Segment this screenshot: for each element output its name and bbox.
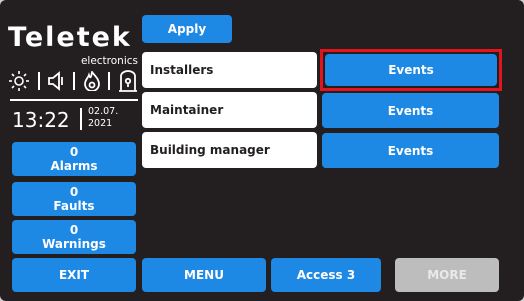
alarms-label: Alarms (50, 159, 98, 173)
sun-icon (8, 70, 30, 92)
exit-button[interactable]: EXIT (12, 258, 136, 292)
alarms-count: 0 (69, 145, 79, 159)
access-level-button[interactable]: Access 3 (271, 258, 381, 292)
building-manager-events-button[interactable]: Events (322, 133, 499, 168)
clock-time: 13:22 (12, 108, 70, 132)
flame-icon (83, 71, 101, 91)
user-role-building-manager[interactable]: Building manager (142, 132, 317, 168)
status-icon-row (8, 68, 138, 94)
speaker-icon (47, 71, 65, 91)
user-role-installers[interactable]: Installers (142, 52, 317, 88)
icon-separator (108, 72, 111, 90)
clock-date: 02.07. 2021 (88, 106, 118, 130)
more-button[interactable]: MORE (395, 258, 499, 292)
warnings-count: 0 (69, 223, 79, 237)
brand-subtitle: electronics (80, 55, 138, 67)
installers-events-button[interactable]: Events (325, 54, 497, 86)
faults-label: Faults (53, 199, 95, 213)
door-icon (118, 70, 138, 92)
panel-screen: Teletek electronics 13:22 02.07. 2021 0 … (0, 0, 524, 301)
menu-button[interactable]: MENU (142, 258, 266, 292)
faults-count: 0 (69, 185, 79, 199)
status-divider (10, 99, 138, 101)
faults-counter-button[interactable]: 0 Faults (12, 182, 136, 216)
clock-date-year: 2021 (88, 118, 113, 129)
warnings-counter-button[interactable]: 0 Warnings (12, 220, 136, 254)
icon-separator (37, 72, 40, 90)
apply-button[interactable]: Apply (142, 15, 232, 43)
clock-date-day: 02.07. (88, 106, 119, 117)
brand-logo: Teletek (8, 22, 132, 53)
icon-separator (72, 72, 75, 90)
maintainer-events-button[interactable]: Events (322, 93, 499, 128)
warnings-label: Warnings (42, 237, 106, 251)
clock-separator (80, 108, 82, 130)
alarms-counter-button[interactable]: 0 Alarms (12, 142, 136, 176)
user-role-maintainer[interactable]: Maintainer (142, 92, 317, 128)
